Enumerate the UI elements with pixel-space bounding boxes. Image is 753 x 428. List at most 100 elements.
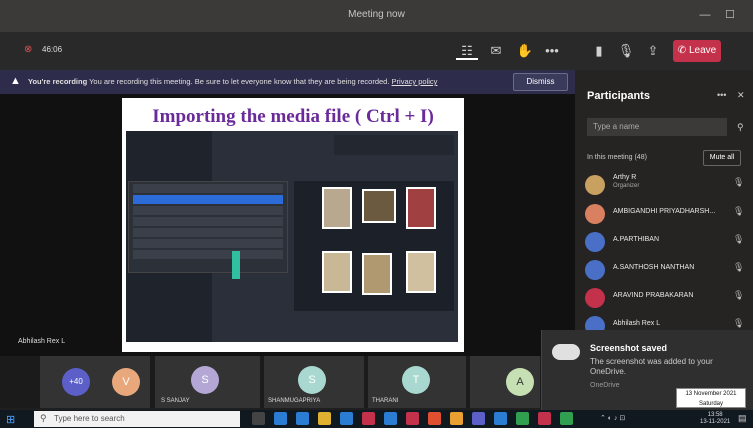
mic-muted-icon[interactable]: 🎙 xyxy=(733,177,744,188)
mic-muted-icon[interactable]: 🎙 xyxy=(733,234,744,245)
editor-screenshot xyxy=(126,131,458,342)
menu-row xyxy=(133,217,283,226)
taskbar-search-input[interactable]: Type here to search xyxy=(34,411,240,427)
mic-muted-icon[interactable]: 🎙 xyxy=(733,290,744,301)
pdf-icon[interactable] xyxy=(538,412,551,425)
participant-name: A.PARTHIBAN xyxy=(613,236,660,243)
add-person-icon[interactable]: ⚲ xyxy=(737,122,744,133)
close-panel-icon[interactable]: ✕ xyxy=(737,90,745,101)
menu-row-highlight xyxy=(133,195,283,204)
gallery-tile[interactable]: +40 V xyxy=(40,356,150,408)
avatar: T xyxy=(402,366,430,394)
chrome-icon[interactable] xyxy=(450,412,463,425)
search-icon: ⚲ xyxy=(40,413,47,423)
media-thumbnail xyxy=(362,253,392,295)
participant-row[interactable]: Arthy R Organizer 🎙 xyxy=(585,173,745,197)
leave-button[interactable]: ✆ Leave xyxy=(673,40,721,62)
maximize-icon[interactable]: ☐ xyxy=(720,6,740,24)
clock-date: 13-11-2021 xyxy=(700,419,731,425)
gallery-tile[interactable]: T THARANI xyxy=(368,356,466,408)
chat-icon[interactable]: ✉ xyxy=(485,42,507,60)
window-title: Meeting now xyxy=(348,9,405,20)
word-icon[interactable] xyxy=(384,412,397,425)
share-screen-icon[interactable]: ⇪ xyxy=(642,42,664,60)
avatar xyxy=(585,204,605,224)
minimize-icon[interactable]: — xyxy=(695,6,715,24)
participant-search-input[interactable]: Type a name xyxy=(587,118,727,136)
participant-row[interactable]: AMBIGANDHI PRIYADHARSH... 🎙 xyxy=(585,202,745,226)
mute-all-button[interactable]: Mute all xyxy=(703,150,741,166)
toast-body: The screenshot was added to your OneDriv… xyxy=(590,357,713,376)
media-thumbnail xyxy=(322,187,352,229)
presenter-name: Abhilash Rex L xyxy=(18,338,66,345)
media-thumbnail xyxy=(406,251,436,293)
recording-message: You are recording this meeting. Be sure … xyxy=(89,77,390,86)
dismiss-button[interactable]: Dismiss xyxy=(513,73,568,91)
store-icon[interactable] xyxy=(296,412,309,425)
recording-text: You're recording You are recording this … xyxy=(28,77,437,86)
system-tray-icons[interactable]: ⌃ ◐ ♪ ⊡ xyxy=(600,414,625,422)
slide-title: Importing the media file ( Ctrl + I) xyxy=(152,106,434,127)
participant-name: A.SANTHOSH NANTHAN xyxy=(613,264,695,271)
participant-row[interactable]: A.SANTHOSH NANTHAN 🎙 xyxy=(585,258,745,282)
teams-icon[interactable] xyxy=(472,412,485,425)
media-thumbnail xyxy=(322,251,352,293)
participant-name: ARAVIND PRABAKARAN xyxy=(613,292,694,299)
menu-row xyxy=(133,184,283,193)
in-meeting-label: In this meeting (48) xyxy=(587,154,647,161)
recording-prefix: You're recording xyxy=(28,77,88,86)
privacy-policy-link[interactable]: Privacy policy xyxy=(392,77,438,86)
participant-row[interactable]: ARAVIND PRABAKARAN 🎙 xyxy=(585,286,745,310)
date-tooltip: 13 November 2021 Saturday xyxy=(676,388,746,408)
avatar xyxy=(585,260,605,280)
participant-row[interactable]: A.PARTHIBAN 🎙 xyxy=(585,230,745,254)
file-explorer-icon[interactable] xyxy=(318,412,331,425)
cloud-icon xyxy=(552,344,580,360)
avatar: V xyxy=(112,368,140,396)
meeting-timer: 46:06 xyxy=(42,45,63,54)
excel-icon[interactable] xyxy=(516,412,529,425)
gallery-tile[interactable]: S S SANJAY xyxy=(155,356,260,408)
menu-row xyxy=(133,239,283,248)
mic-muted-icon[interactable]: 🎙 xyxy=(733,262,744,273)
avatar: S xyxy=(191,366,219,394)
file-menu xyxy=(128,181,288,273)
avatar xyxy=(585,288,605,308)
overflow-count[interactable]: +40 xyxy=(62,368,90,396)
microphone-icon[interactable]: 🎙 xyxy=(615,42,637,60)
media-thumbnail xyxy=(406,187,436,229)
windows-start-icon[interactable]: ⊞ xyxy=(6,413,15,426)
menu-row xyxy=(133,228,283,237)
raise-hand-icon[interactable]: ✋ xyxy=(514,42,536,60)
task-view-icon[interactable] xyxy=(252,412,265,425)
more-options-icon[interactable]: ••• xyxy=(541,42,563,60)
menu-row xyxy=(133,206,283,215)
mic-muted-icon[interactable]: 🎙 xyxy=(733,206,744,217)
participant-name: Arthy R xyxy=(613,174,637,181)
media-library xyxy=(294,181,454,311)
media-thumbnail xyxy=(362,189,396,223)
toast-app-name: OneDrive xyxy=(590,382,620,389)
window-titlebar: Meeting now — ☐ xyxy=(0,0,753,32)
shared-slide: Importing the media file ( Ctrl + I) xyxy=(122,98,464,352)
mic-icon[interactable]: 🎙 xyxy=(733,318,744,329)
app-icon[interactable] xyxy=(362,412,375,425)
gallery-tile[interactable]: A xyxy=(470,356,540,408)
participants-icon[interactable]: ☷ xyxy=(456,42,478,60)
panel-more-icon[interactable]: ••• xyxy=(717,90,726,100)
app-icon[interactable] xyxy=(494,412,507,425)
toast-title: Screenshot saved xyxy=(590,343,668,353)
app-icon[interactable] xyxy=(428,412,441,425)
camera-icon[interactable]: ▮ xyxy=(588,42,610,60)
app-icon[interactable] xyxy=(560,412,573,425)
powerpoint-icon[interactable] xyxy=(406,412,419,425)
edge-icon[interactable] xyxy=(274,412,287,425)
mail-icon[interactable] xyxy=(340,412,353,425)
participant-name: AMBIGANDHI PRIYADHARSH... xyxy=(613,208,716,215)
avatar: A xyxy=(506,368,534,396)
participants-header: Participants xyxy=(587,90,650,102)
video-gallery: +40 V S S SANJAY S SHANMUGAPRIYA T THARA… xyxy=(0,356,541,408)
notification-icon[interactable]: ▤ xyxy=(738,413,747,424)
gallery-tile[interactable]: S SHANMUGAPRIYA xyxy=(264,356,364,408)
taskbar-clock[interactable]: 13:58 13-11-2021 xyxy=(700,412,730,426)
